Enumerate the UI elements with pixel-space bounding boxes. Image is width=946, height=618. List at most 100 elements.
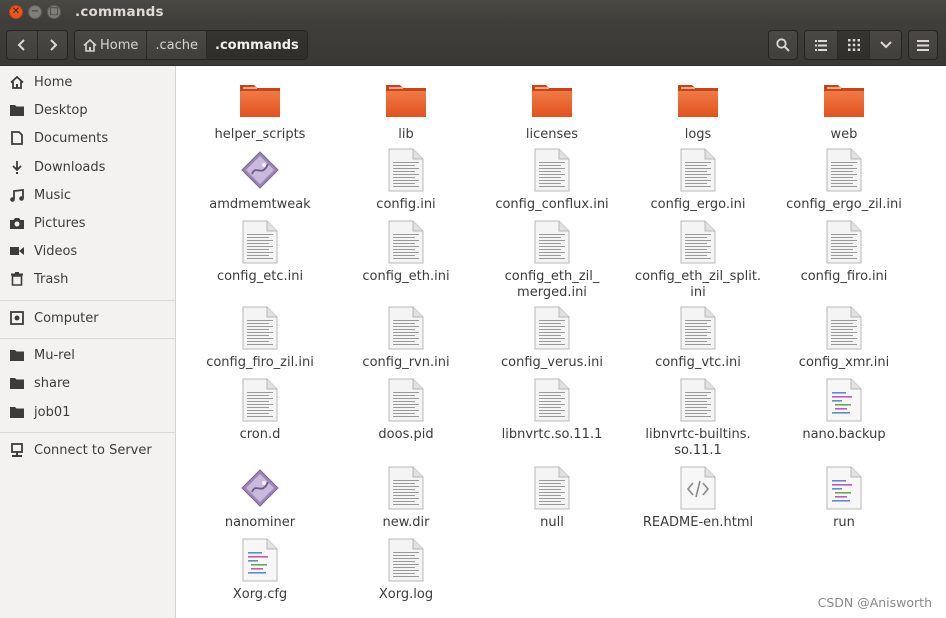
file-item[interactable]: libnvrtc-builtins. so.11.1 [625,376,771,459]
view-options-dropdown[interactable] [869,31,901,59]
sidebar-divider [0,300,175,301]
text-file-icon [236,218,284,266]
sidebar-item-job01[interactable]: job01 [0,399,175,425]
file-name: logs [684,127,712,142]
file-name: Xorg.log [378,587,434,602]
file-item[interactable]: config_xmr.ini [771,304,917,371]
sidebar-divider [0,432,175,433]
file-item[interactable]: README-en.html [625,464,771,531]
file-item[interactable]: config_conflux.ini [479,146,625,213]
file-name: config_eth_zil_ merged.ini [504,269,600,300]
file-item[interactable]: config_eth_zil_ merged.ini [479,218,625,301]
file-item[interactable]: libnvrtc.so.11.1 [479,376,625,443]
file-item[interactable]: config_ergo.ini [625,146,771,213]
file-name: config_ergo_zil.ini [786,197,902,212]
file-item[interactable]: null [479,464,625,531]
file-item[interactable]: config_eth_zil_split. ini [625,218,771,301]
file-item[interactable]: config.ini [333,146,479,213]
minimize-icon: − [30,6,40,17]
file-item[interactable]: logs [625,76,771,143]
breadcrumb-cache[interactable]: .cache [146,31,207,59]
sidebar-item-downloads[interactable]: Downloads [0,154,175,180]
file-item[interactable]: config_vtc.ini [625,304,771,371]
folder-icon [674,76,722,124]
text-file-icon [674,218,722,266]
breadcrumb-label: Home [100,37,139,53]
file-item[interactable]: nanominer [187,464,333,531]
sidebar-item-trash[interactable]: Trash [0,266,175,292]
file-item[interactable]: amdmemtweak [187,146,333,213]
file-item[interactable]: config_ergo_zil.ini [771,146,917,213]
maximize-window-button[interactable]: □ [47,5,61,19]
file-name: config_conflux.ini [495,197,609,212]
grid-view-button[interactable] [837,31,869,59]
file-item[interactable]: run [771,464,917,531]
text-file-icon [382,376,430,424]
file-name: null [540,515,564,530]
file-item[interactable]: config_firo_zil.ini [187,304,333,371]
navigation-buttons [6,30,68,60]
camera-icon [9,215,25,231]
file-item[interactable]: Xorg.cfg [187,536,333,603]
sidebar-item-videos[interactable]: Videos [0,238,175,264]
menu-button[interactable] [908,30,938,60]
sidebar-item-label: Downloads [34,159,106,175]
sidebar-item-music[interactable]: Music [0,182,175,208]
home-icon [9,74,25,90]
file-item[interactable]: config_eth.ini [333,218,479,285]
list-icon [815,39,827,51]
search-button[interactable] [768,30,798,60]
trash-icon [9,271,25,287]
file-item[interactable]: config_verus.ini [479,304,625,371]
back-button[interactable] [7,31,37,59]
sidebar-item-label: Pictures [34,215,86,231]
file-item[interactable]: config_etc.ini [187,218,333,285]
file-item[interactable]: config_firo.ini [771,218,917,285]
breadcrumb-label: .commands [215,37,299,53]
minimize-window-button[interactable]: − [28,5,42,19]
document-icon [9,130,25,146]
file-name: config_firo_zil.ini [206,355,314,370]
sidebar-item-desktop[interactable]: Desktop [0,97,175,123]
sidebar: Home Desktop Documents Downloads Music P… [0,66,176,618]
file-name: amdmemtweak [209,197,311,212]
breadcrumb-home[interactable]: Home [75,31,147,59]
sidebar-item-label: Documents [34,130,109,146]
file-name: libnvrtc.so.11.1 [501,427,603,442]
sidebar-item-home[interactable]: Home [0,69,175,95]
folder-icon [9,375,25,391]
file-name: config_verus.ini [501,355,603,370]
folder-icon [528,76,576,124]
file-name: config_xmr.ini [798,355,890,370]
file-item[interactable]: Xorg.log [333,536,479,603]
server-icon [9,442,25,458]
file-item[interactable]: new.dir [333,464,479,531]
list-view-button[interactable] [805,31,837,59]
forward-button[interactable] [37,31,67,59]
file-item[interactable]: cron.d [187,376,333,443]
file-item[interactable]: nano.backup [771,376,917,443]
sidebar-item-documents[interactable]: Documents [0,125,175,151]
sidebar-item-pictures[interactable]: Pictures [0,210,175,236]
file-item[interactable]: helper_scripts [187,76,333,143]
home-icon [83,38,97,52]
sidebar-item-connect-to-server[interactable]: Connect to Server [0,437,175,463]
breadcrumb-commands[interactable]: .commands [206,31,307,59]
sidebar-item-share[interactable]: share [0,370,175,396]
file-item[interactable]: licenses [479,76,625,143]
sidebar-item-mu-rel[interactable]: Mu-rel [0,342,175,368]
close-window-button[interactable]: ✕ [9,5,23,19]
file-item[interactable]: doos.pid [333,376,479,443]
sidebar-item-label: Computer [34,310,99,326]
folder-icon [9,102,25,118]
file-item[interactable]: config_rvn.ini [333,304,479,371]
sidebar-item-label: Mu-rel [34,347,75,363]
file-name: helper_scripts [214,127,306,142]
sidebar-item-computer[interactable]: Computer [0,305,175,331]
breadcrumb: Home .cache .commands [74,30,308,60]
maximize-icon: □ [49,6,59,17]
file-item[interactable]: web [771,76,917,143]
file-item[interactable]: lib [333,76,479,143]
text-file-icon [382,218,430,266]
file-name: cron.d [239,427,281,442]
